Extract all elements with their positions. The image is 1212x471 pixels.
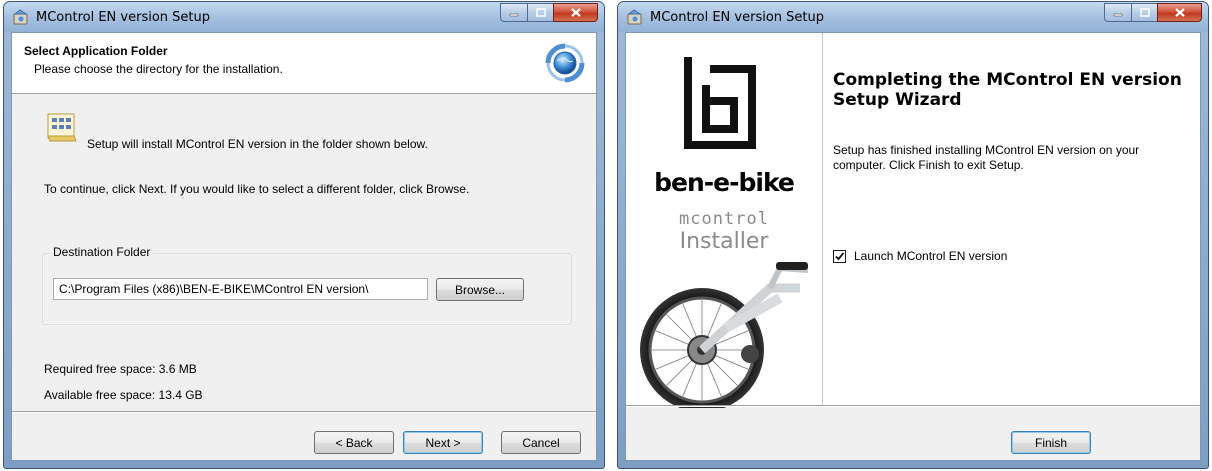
installer-app-icon	[627, 9, 642, 25]
page-header: Select Application Folder Please choose …	[12, 33, 596, 94]
brand-panel: ben-e-bike mcontrol Installer	[626, 33, 823, 408]
completion-message: Setup has finished installing MControl E…	[833, 143, 1140, 172]
required-space-text: Required free space: 3.6 MB	[44, 362, 197, 376]
launch-checkbox[interactable]	[833, 249, 846, 263]
launch-checkbox-row[interactable]: Launch MControl EN version	[833, 249, 1007, 263]
bike-illustration-icon	[640, 262, 809, 408]
completion-panel: Completing the MControl EN version Setup…	[823, 33, 1200, 407]
window-client-area: Select Application Folder Please choose …	[11, 32, 597, 461]
folder-icon	[47, 113, 77, 142]
available-space-text: Available free space: 13.4 GB	[44, 388, 203, 402]
maximize-icon	[1139, 8, 1150, 17]
maximize-button[interactable]	[1131, 3, 1157, 22]
page-subtitle: Please choose the directory for the inst…	[34, 62, 283, 76]
setup-window-finish: MControl EN version Setup ben-e-bike mco…	[617, 1, 1209, 469]
close-button[interactable]	[553, 3, 598, 22]
maximize-icon	[535, 8, 546, 17]
completion-heading: Completing the MControl EN version Setup…	[833, 70, 1182, 110]
launch-checkbox-label[interactable]: Launch MControl EN version	[854, 249, 1007, 263]
minimize-icon	[509, 13, 519, 16]
destination-folder-label: Destination Folder	[50, 245, 154, 259]
page-title: Select Application Folder	[24, 44, 168, 58]
cancel-button[interactable]: Cancel	[501, 431, 581, 454]
caption-buttons	[500, 3, 598, 22]
back-button[interactable]: < Back	[314, 431, 394, 454]
title-bar[interactable]: MControl EN version Setup	[4, 2, 604, 32]
setup-window-folder: MControl EN version Setup Select Applica…	[3, 1, 605, 469]
browse-button[interactable]: Browse...	[436, 278, 524, 301]
footer-separator	[626, 405, 1200, 407]
window-title: MControl EN version Setup	[650, 10, 824, 25]
title-bar[interactable]: MControl EN version Setup	[618, 2, 1208, 32]
instruction-text: To continue, click Next. If you would li…	[44, 182, 470, 196]
installer-app-icon	[13, 9, 28, 25]
maximize-button[interactable]	[527, 3, 553, 22]
close-button[interactable]	[1157, 3, 1202, 22]
product-name: mcontrol	[679, 209, 769, 229]
close-icon	[570, 8, 581, 17]
window-title: MControl EN version Setup	[36, 10, 210, 25]
installer-label: Installer	[679, 229, 769, 254]
minimize-button[interactable]	[500, 3, 527, 22]
minimize-icon	[1113, 13, 1123, 16]
globe-install-icon	[545, 43, 585, 83]
caption-buttons	[1104, 3, 1202, 22]
destination-path-field[interactable]	[53, 278, 428, 300]
ben-e-bike-logo-icon	[684, 57, 756, 149]
minimize-button[interactable]	[1104, 3, 1131, 22]
next-button[interactable]: Next >	[403, 431, 483, 454]
close-icon	[1174, 8, 1185, 17]
footer-separator	[12, 411, 596, 413]
brand-name: ben-e-bike	[654, 168, 795, 197]
window-client-area: ben-e-bike mcontrol Installer Completing…	[625, 32, 1201, 461]
checkmark-icon	[835, 251, 845, 260]
install-intro-text: Setup will install MControl EN version i…	[87, 137, 428, 151]
finish-button[interactable]: Finish	[1011, 431, 1091, 454]
